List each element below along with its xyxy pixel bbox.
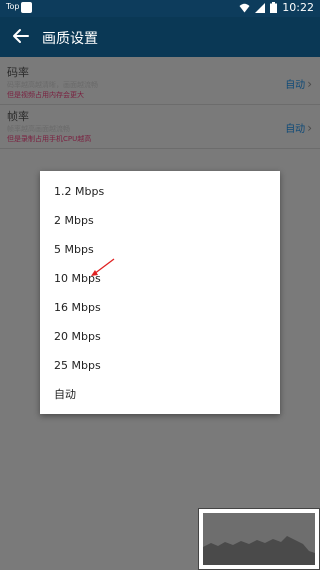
setting-row-bitrate[interactable]: 码率 码率越高越清晰，画面越流畅 但是视频占用内存会更大 自动 › [0,64,320,104]
chevron-right-icon: › [307,76,312,91]
app-icon [21,2,32,13]
option-20-mbps[interactable]: 20 Mbps [40,322,280,351]
option-2-mbps[interactable]: 2 Mbps [40,206,280,235]
setting-row-framerate[interactable]: 帧率 帧率越高画面越流畅 但是录制占用手机CPU越高 自动 › [0,108,320,148]
option-16-mbps[interactable]: 16 Mbps [40,293,280,322]
wifi-icon [239,3,250,12]
annotation-arrow-icon [91,258,115,276]
setting-warning: 但是视频占用内存会更大 [7,91,84,99]
clock: 10:22 [282,1,314,14]
option-10-mbps[interactable]: 10 Mbps [40,264,280,293]
status-bar: Top 10:22 [0,0,320,17]
setting-value-label: 自动 [285,80,306,91]
setting-description: 码率越高越清晰，画面越流畅 [7,81,98,89]
battery-icon [270,2,278,13]
setting-name: 码率 [7,66,29,79]
setting-value-label: 自动 [285,124,306,135]
divider [0,104,320,105]
signal-icon [255,2,266,13]
bitrate-dialog: 1.2 Mbps 2 Mbps 5 Mbps 10 Mbps 16 Mbps 2… [40,171,280,414]
toolbar: 画质设置 [0,17,320,57]
option-1-2-mbps[interactable]: 1.2 Mbps [40,177,280,206]
setting-warning: 但是录制占用手机CPU越高 [7,135,92,143]
chevron-right-icon: › [307,120,312,135]
option-25-mbps[interactable]: 25 Mbps [40,351,280,380]
landscape-image [203,513,315,565]
option-auto[interactable]: 自动 [40,380,280,409]
setting-value[interactable]: 自动 › [285,120,312,136]
setting-value[interactable]: 自动 › [285,76,312,92]
page-title: 画质设置 [42,31,98,47]
setting-description: 帧率越高画面越流畅 [7,125,70,133]
divider [0,148,320,149]
setting-name: 帧率 [7,110,29,123]
preview-thumbnail [198,508,320,570]
arrow-left-icon[interactable] [10,25,32,47]
carrier-label: Top [6,2,20,11]
option-5-mbps[interactable]: 5 Mbps [40,235,280,264]
